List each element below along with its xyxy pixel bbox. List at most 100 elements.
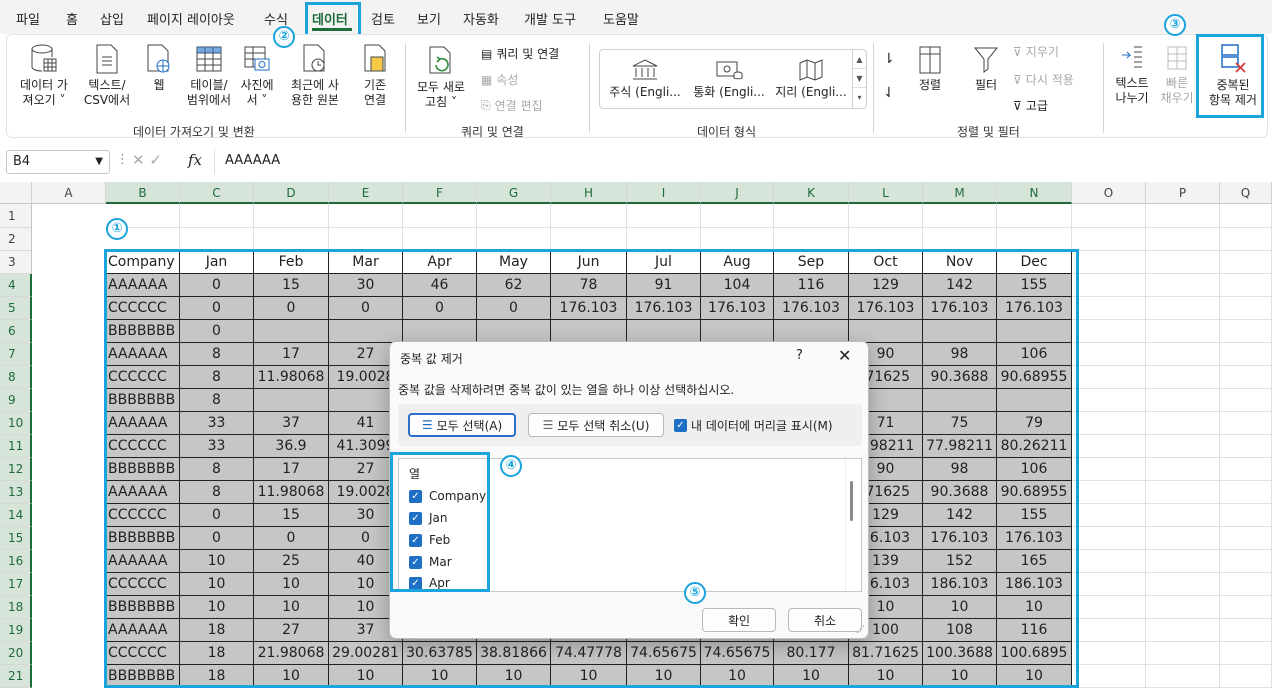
from-table-button[interactable]: 테이블/ 범위에서 [185,43,233,108]
sheet-cell[interactable] [1146,435,1220,458]
menu-help[interactable]: 도움말 [603,9,639,28]
sheet-cell[interactable] [403,228,477,251]
sheet-cell[interactable] [1072,527,1146,550]
sheet-cell[interactable] [329,228,403,251]
sheet-cell[interactable] [1220,412,1272,435]
sheet-cell[interactable] [1146,412,1220,435]
sheet-cell[interactable] [1146,274,1220,297]
sheet-cell[interactable] [1072,366,1146,389]
sheet-cell[interactable] [1220,504,1272,527]
sheet-cell[interactable] [849,204,923,228]
sheet-cell[interactable] [1146,343,1220,366]
ok-button[interactable]: 확인 [702,608,776,632]
sheet-cell[interactable] [849,228,923,251]
column-header-m[interactable]: M [923,182,997,204]
row-header-1[interactable]: 1 [0,204,32,228]
sheet-cell[interactable] [1220,366,1272,389]
clear-filter-button[interactable]: ⊽ 지우기 [1013,43,1059,60]
column-header-e[interactable]: E [329,182,403,204]
row-header-16[interactable]: 16 [0,550,32,573]
sheet-cell[interactable] [329,204,403,228]
has-headers-checkbox[interactable]: ✓ 내 데이터에 머리글 표시(M) [674,417,833,434]
sheet-cell[interactable] [1146,573,1220,596]
sheet-cell[interactable] [1072,504,1146,527]
chevron-down-icon[interactable]: ▼ [95,156,103,167]
row-header-10[interactable]: 10 [0,412,32,435]
sort-ascending-button[interactable]: ⇂ [883,51,895,67]
sheet-cell[interactable] [774,228,849,251]
sheet-cell[interactable] [254,204,329,228]
row-header-21[interactable]: 21 [0,665,32,688]
column-header-f[interactable]: F [403,182,477,204]
sheet-cell[interactable] [1072,320,1146,343]
sheet-cell[interactable] [1220,596,1272,619]
gallery-more-icon[interactable]: ▾ [853,88,866,107]
reapply-button[interactable]: ⊽ 다시 적용 [1013,71,1074,88]
from-web-button[interactable]: 웹 [141,43,177,93]
sheet-cell[interactable] [1146,228,1220,251]
column-header-n[interactable]: N [997,182,1072,204]
refresh-all-button[interactable]: 모두 새로 고침 ˅ [413,45,469,110]
from-text-csv-button[interactable]: 텍스트/ CSV에서 [79,43,135,108]
sheet-cell[interactable] [180,204,254,228]
select-all-corner[interactable] [0,182,32,204]
row-header-20[interactable]: 20 [0,642,32,665]
sheet-cell[interactable] [1220,320,1272,343]
sheet-cell[interactable] [627,228,701,251]
sort-button[interactable]: 정렬 [911,45,949,93]
menu-file[interactable]: 파일 [16,9,40,28]
flash-fill-button[interactable]: 빠른 채우기 [1157,43,1197,106]
sheet-cell[interactable] [1146,550,1220,573]
column-header-h[interactable]: H [551,182,627,204]
currencies-type-button[interactable]: 통화 (Engli... [690,58,768,100]
sheet-cell[interactable] [1146,642,1220,665]
sheet-cell[interactable] [1072,389,1146,412]
sheet-cell[interactable] [1220,642,1272,665]
sheet-cell[interactable] [1220,204,1272,228]
gallery-down-icon[interactable]: ▼ [853,69,866,88]
sheet-cell[interactable] [1146,366,1220,389]
advanced-filter-button[interactable]: ⊽ 고급 [1013,97,1048,114]
sheet-cell[interactable] [1220,389,1272,412]
menu-automate[interactable]: 자동화 [463,9,499,28]
sheet-cell[interactable] [1072,573,1146,596]
help-icon[interactable]: ? [796,348,803,363]
column-header-o[interactable]: O [1072,182,1146,204]
column-header-i[interactable]: I [627,182,701,204]
cancel-confirm-icons[interactable]: ✕ ✓ [132,151,162,169]
menu-review[interactable]: 검토 [371,9,395,28]
row-header-7[interactable]: 7 [0,343,32,366]
recent-sources-button[interactable]: 최근에 사 용한 원본 [283,43,347,108]
sheet-cell[interactable] [701,204,774,228]
edit-links-button[interactable]: ⎘ 연결 편집 [481,97,543,114]
row-header-12[interactable]: 12 [0,458,32,481]
sheet-cell[interactable] [1220,458,1272,481]
sort-descending-button[interactable]: ⇃ [883,85,895,101]
sheet-cell[interactable] [1072,550,1146,573]
row-header-17[interactable]: 17 [0,573,32,596]
cancel-button[interactable]: 취소 [788,608,862,632]
sheet-cell[interactable] [1146,204,1220,228]
sheet-cell[interactable] [1146,665,1220,688]
sheet-cell[interactable] [1072,228,1146,251]
sheet-cell[interactable] [254,228,329,251]
gallery-up-icon[interactable]: ▲ [853,50,866,69]
formula-input[interactable]: AAAAAA [214,149,1266,174]
row-header-6[interactable]: 6 [0,320,32,343]
column-header-j[interactable]: J [701,182,774,204]
sheet-cell[interactable] [1072,435,1146,458]
sheet-cell[interactable] [180,228,254,251]
scroll-thumb[interactable] [850,481,853,521]
properties-button[interactable]: ▦ 속성 [481,71,518,88]
name-box[interactable]: B4 ▼ [6,150,110,174]
gallery-scrollbar[interactable]: ▲ ▼ ▾ [852,50,866,108]
sheet-cell[interactable] [1146,389,1220,412]
column-header-a[interactable]: A [32,182,106,204]
sheet-cell[interactable] [403,204,477,228]
sheet-cell[interactable] [997,204,1072,228]
resize-grip-icon[interactable]: ⋰ [856,625,865,635]
sheet-cell[interactable] [1220,297,1272,320]
column-header-c[interactable]: C [180,182,254,204]
menu-view[interactable]: 보기 [417,9,441,28]
sheet-cell[interactable] [551,228,627,251]
